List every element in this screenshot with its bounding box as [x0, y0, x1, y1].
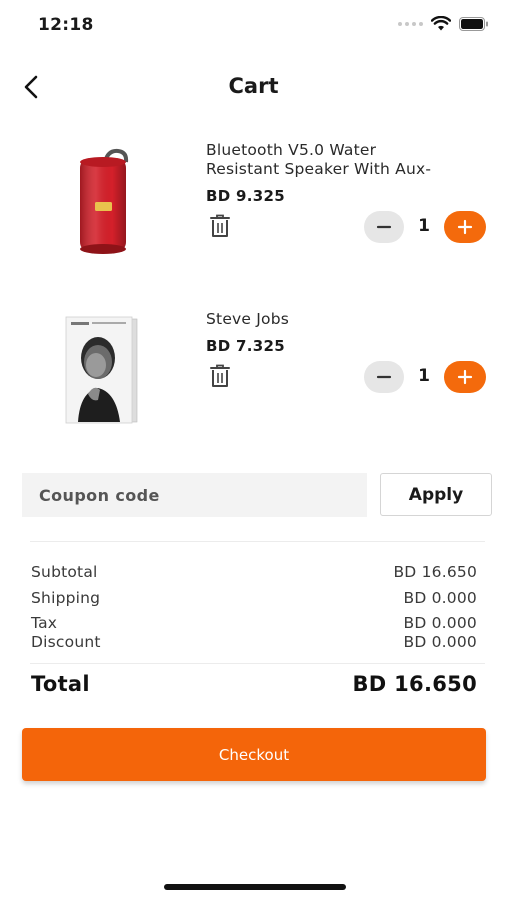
total-value: BD 16.650 [352, 672, 477, 696]
discount-label: Discount [31, 633, 101, 651]
minus-icon [376, 225, 392, 229]
total-label: Total [31, 672, 90, 696]
coupon-row: Apply [22, 473, 492, 517]
increase-quantity-button[interactable] [444, 211, 486, 243]
product-image[interactable] [58, 310, 148, 430]
tax-value: BD 0.000 [403, 614, 477, 632]
quantity-value: 1 [418, 366, 430, 386]
wifi-icon [431, 16, 451, 31]
divider [30, 541, 485, 542]
battery-icon [459, 16, 488, 31]
product-image[interactable] [58, 140, 148, 260]
cart-screen: 12:18 Cart Bluetooth V5.0 Water Resistan… [0, 0, 507, 900]
status-bar: 12:18 [0, 0, 507, 50]
steve-jobs-book-cover [65, 316, 138, 424]
red-bluetooth-speaker [80, 148, 129, 254]
remove-item-button[interactable] [208, 213, 232, 239]
cellular-signal-icon [398, 21, 423, 26]
minus-icon [376, 375, 392, 379]
increase-quantity-button[interactable] [444, 361, 486, 393]
header: Cart [0, 62, 507, 112]
status-icons [398, 16, 489, 31]
discount-value: BD 0.000 [403, 633, 477, 651]
shipping-row: Shipping BD 0.000 [31, 589, 477, 607]
decrease-quantity-button[interactable] [364, 361, 404, 393]
home-indicator[interactable] [164, 884, 346, 890]
product-price: BD 9.325 [206, 187, 285, 205]
shipping-value: BD 0.000 [403, 589, 477, 607]
quantity-value: 1 [418, 216, 430, 236]
shipping-label: Shipping [31, 589, 101, 607]
apply-coupon-button[interactable]: Apply [380, 473, 492, 516]
checkout-button[interactable]: Checkout [22, 728, 486, 781]
subtotal-row: Subtotal BD 16.650 [31, 563, 477, 581]
total-row: Total BD 16.650 [31, 672, 477, 696]
plus-icon [457, 219, 473, 235]
tax-label: Tax [31, 614, 58, 632]
subtotal-value: BD 16.650 [393, 563, 477, 581]
status-time: 12:18 [38, 15, 94, 35]
plus-icon [457, 369, 473, 385]
divider [30, 663, 485, 664]
discount-row: Discount BD 0.000 [31, 633, 477, 651]
decrease-quantity-button[interactable] [364, 211, 404, 243]
product-title-line1[interactable]: Bluetooth V5.0 Water [206, 141, 491, 160]
subtotal-label: Subtotal [31, 563, 98, 581]
remove-item-button[interactable] [208, 363, 232, 389]
coupon-code-input[interactable] [22, 473, 367, 517]
product-title-line1[interactable]: Steve Jobs [206, 310, 491, 329]
page-title: Cart [228, 74, 279, 98]
trash-icon [210, 364, 230, 387]
trash-icon [210, 214, 230, 237]
tax-row: Tax BD 0.000 [31, 614, 477, 632]
product-price: BD 7.325 [206, 337, 285, 355]
product-title-line2[interactable]: Resistant Speaker With Aux- [206, 160, 491, 179]
